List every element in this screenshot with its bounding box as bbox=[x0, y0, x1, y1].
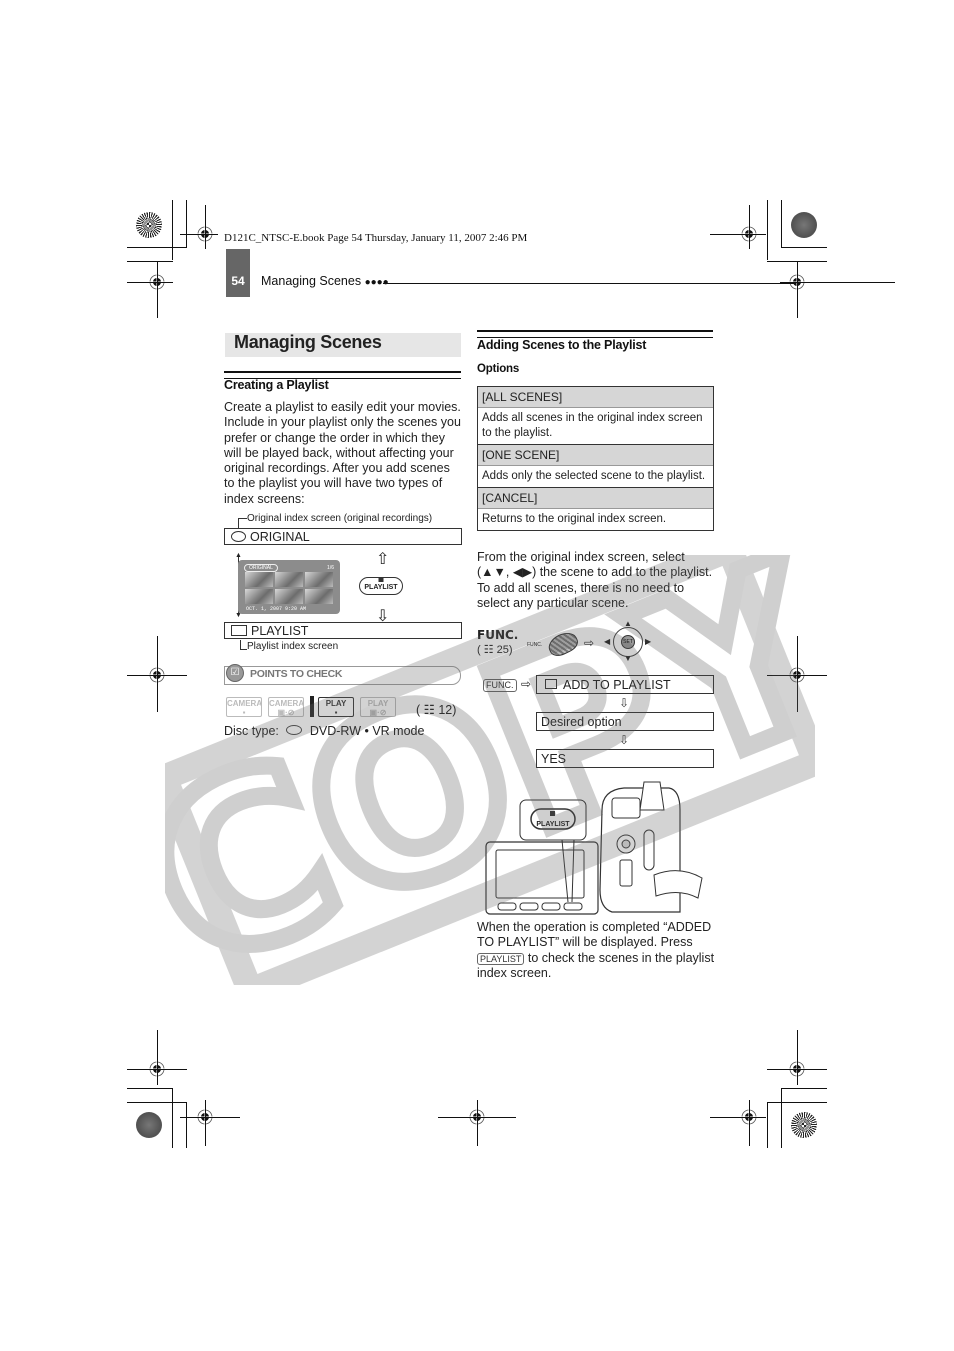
running-head-title: Managing Scenes bbox=[261, 274, 362, 288]
registration-disc-icon bbox=[136, 212, 162, 238]
completion-paragraph: When the operation is completed “ADDED T… bbox=[477, 920, 717, 981]
mode-label: CAMERA bbox=[269, 699, 305, 708]
flow-step-desired-option: Desired option bbox=[536, 712, 714, 731]
photo-icon: ▣·⊘ bbox=[277, 708, 295, 717]
flow-down-arrow-icon: ⇩ bbox=[619, 696, 630, 710]
disc-type: Disc type: DVD-RW • VR mode bbox=[224, 724, 424, 739]
movie-icon: ▪ bbox=[242, 708, 246, 717]
subheading-creating-playlist: Creating a Playlist bbox=[224, 378, 329, 392]
screen-datetime: OCT. 1, 2007 9:20 AM bbox=[246, 606, 307, 612]
checklist-icon: ☑ bbox=[226, 664, 244, 682]
movie-icon: ▪ bbox=[334, 708, 338, 717]
book-icon bbox=[231, 625, 247, 636]
option-name: [ONE SCENE] bbox=[478, 444, 713, 465]
mode-page-reference: ( ☷ 12) bbox=[416, 703, 457, 717]
page-number: 54 bbox=[231, 274, 245, 288]
options-heading: Options bbox=[477, 363, 520, 375]
instruction-paragraph: From the original index screen, select (… bbox=[477, 550, 713, 610]
arrow-up-icon: ▲ bbox=[235, 552, 242, 559]
dvd-rw-icon bbox=[286, 725, 303, 735]
mode-label: CAMERA bbox=[227, 699, 263, 708]
registration-disc-icon bbox=[136, 1112, 162, 1138]
set-button[interactable]: SET bbox=[621, 635, 635, 649]
photo-icon: ▣·⊘ bbox=[369, 708, 387, 717]
playlist-add-icon bbox=[545, 679, 557, 689]
flow-step-yes: YES bbox=[536, 749, 714, 768]
page-number-tab bbox=[226, 249, 250, 297]
thumbnail bbox=[305, 572, 333, 587]
mode-separator bbox=[310, 696, 314, 717]
thumbnail bbox=[245, 589, 273, 604]
option-description: Adds all scenes in the original index sc… bbox=[478, 407, 713, 444]
option-name: [CANCEL] bbox=[478, 487, 713, 508]
registration-disc-icon bbox=[791, 1112, 817, 1138]
mode-play-photo: PLAY ▣·⊘ bbox=[360, 697, 396, 717]
original-caption: Original index screen (original recordin… bbox=[247, 513, 433, 524]
joystick-down-icon: ▼ bbox=[624, 654, 632, 663]
section-title: Managing Scenes bbox=[234, 332, 382, 352]
func-small-label: FUNC. bbox=[527, 642, 543, 648]
mode-play-movie: PLAY ▪ bbox=[318, 697, 354, 717]
hollow-arrow-up-icon: ⇧ bbox=[376, 551, 390, 568]
callout-playlist-button: PLAYLIST bbox=[536, 821, 570, 828]
right-arrow-icon: ⇨ bbox=[584, 636, 595, 650]
thumbnail-grid bbox=[245, 572, 333, 604]
flow-step-label: ADD TO PLAYLIST bbox=[563, 678, 671, 692]
option-name: [ALL SCENES] bbox=[478, 387, 713, 407]
thumbnail bbox=[275, 589, 303, 604]
running-head: Managing Scenes ●●●● bbox=[261, 274, 389, 288]
caption-bracket bbox=[240, 640, 247, 650]
options-table: [ALL SCENES] Adds all scenes in the orig… bbox=[477, 386, 714, 531]
playlist-key[interactable]: PLAYLIST bbox=[477, 952, 525, 965]
index-screen-preview: ORIGINAL 1/6 OCT. 1, 2007 9:20 AM bbox=[238, 560, 340, 614]
completion-text-1: When the operation is completed “ADDED T… bbox=[477, 920, 712, 950]
playlist-button[interactable]: PLAYLIST bbox=[359, 577, 403, 595]
original-label-box: ORIGINAL bbox=[224, 528, 462, 545]
mode-label: PLAY bbox=[325, 699, 347, 708]
func-page-reference: ( ☷ 25) bbox=[477, 644, 513, 656]
screen-tag: ORIGINAL bbox=[244, 564, 278, 572]
intro-paragraph: Create a playlist to easily edit your mo… bbox=[224, 400, 461, 506]
joystick-icon[interactable]: SET bbox=[613, 627, 643, 657]
disc-type-value: DVD-RW • VR mode bbox=[309, 724, 425, 738]
screen-counter: 1/6 bbox=[327, 565, 334, 571]
original-label: ORIGINAL bbox=[250, 530, 310, 544]
subheading-adding-scenes: Adding Scenes to the Playlist bbox=[477, 338, 647, 352]
disc-type-label: Disc type: bbox=[224, 724, 279, 738]
running-head-rule bbox=[383, 283, 795, 284]
joystick-left-icon: ◀ bbox=[604, 637, 611, 646]
mode-camera-movie: CAMERA ▪ bbox=[226, 697, 262, 717]
joystick-right-icon: ▶ bbox=[645, 637, 652, 646]
thumbnail bbox=[305, 589, 333, 604]
flow-step-add-to-playlist: ADD TO PLAYLIST bbox=[536, 675, 714, 694]
mode-camera-photo: CAMERA ▣·⊘ bbox=[268, 697, 304, 717]
registration-disc-icon bbox=[791, 212, 817, 238]
playlist-label: PLAYLIST bbox=[251, 624, 309, 638]
divider bbox=[477, 330, 713, 338]
playlist-caption: Playlist index screen bbox=[247, 641, 339, 652]
option-description: Returns to the original index screen. bbox=[478, 508, 713, 530]
points-to-check-label: POINTS TO CHECK bbox=[250, 668, 343, 680]
func-heading: FUNC. bbox=[477, 628, 519, 642]
flow-arrow-icon: ⇨ bbox=[521, 677, 532, 691]
disc-icon bbox=[231, 531, 246, 542]
playlist-label-box: PLAYLIST bbox=[224, 622, 462, 639]
flow-down-arrow-icon: ⇩ bbox=[619, 733, 630, 747]
thumbnail bbox=[245, 572, 273, 587]
func-key[interactable]: FUNC. bbox=[483, 679, 517, 692]
mode-label: PLAY bbox=[367, 699, 389, 708]
func-button-icon[interactable] bbox=[545, 628, 581, 660]
camcorder-illustration: PLAYLIST bbox=[485, 781, 703, 915]
joystick-up-icon: ▲ bbox=[624, 619, 632, 628]
option-description: Adds only the selected scene to the play… bbox=[478, 465, 713, 487]
thumbnail bbox=[275, 572, 303, 587]
print-slug: D121C_NTSC-E.book Page 54 Thursday, Janu… bbox=[224, 232, 528, 244]
